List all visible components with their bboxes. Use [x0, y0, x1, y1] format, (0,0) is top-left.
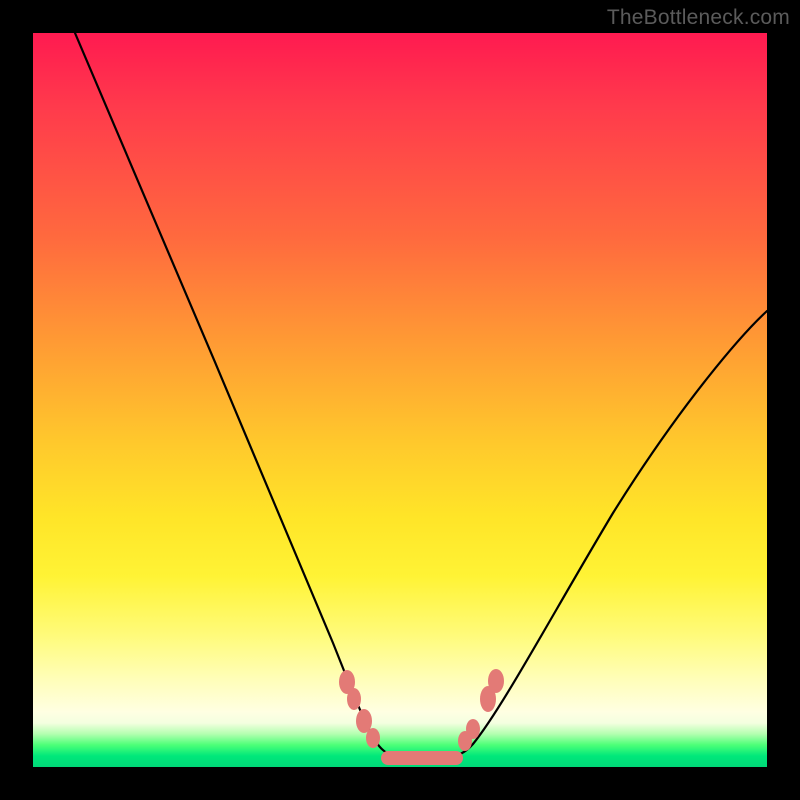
plot-area: [33, 33, 767, 767]
chart-frame: TheBottleneck.com: [0, 0, 800, 800]
marker-dot: [488, 669, 504, 693]
plateau-lozenge: [381, 751, 463, 765]
bottleneck-curve: [33, 33, 767, 767]
curve-path: [75, 33, 767, 758]
marker-dot: [347, 688, 361, 710]
marker-dot: [466, 719, 480, 739]
watermark-text: TheBottleneck.com: [607, 6, 790, 30]
marker-dot: [366, 728, 380, 748]
